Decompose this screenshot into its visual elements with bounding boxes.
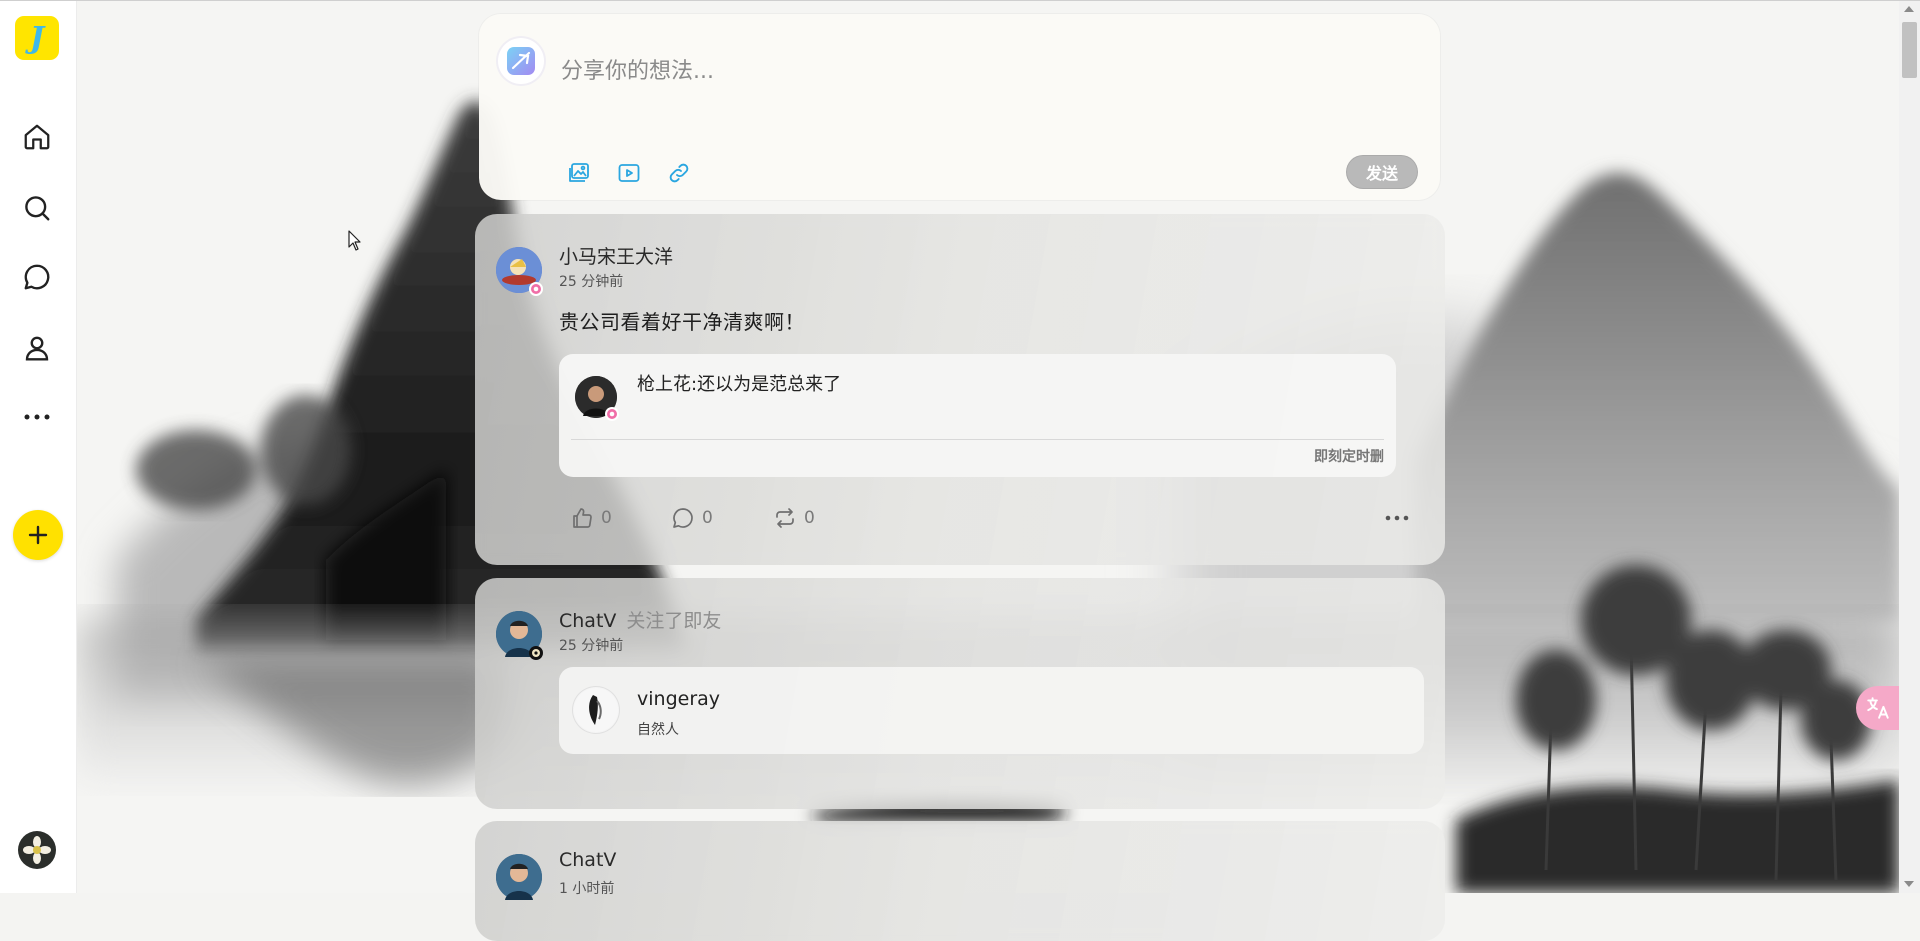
video-icon	[618, 164, 640, 182]
add-image-button[interactable]	[564, 158, 594, 188]
repost-icon	[776, 508, 794, 528]
verified-badge-icon	[529, 646, 543, 660]
comment-count: 0	[702, 508, 713, 528]
followed-user-avatar	[573, 687, 619, 733]
followed-user-card[interactable]: vingeray 自然人	[559, 667, 1424, 754]
quote-divider	[571, 439, 1384, 440]
logo-letter: J	[29, 20, 45, 56]
comment-icon	[673, 508, 693, 528]
ink-portrait-avatar-icon	[574, 688, 618, 732]
post-body-text: 贵公司看着好干净清爽啊！	[559, 310, 805, 334]
feed-post-card: ChatV 1 小时前	[475, 821, 1445, 941]
feed-follow-card: ChatV 关注了即友 25 分钟前 vingeray 自然人	[475, 578, 1445, 809]
verified-badge-icon	[529, 282, 543, 296]
nav-profile[interactable]	[20, 331, 54, 365]
followed-user-name: vingeray	[637, 688, 721, 710]
nav-messages[interactable]	[20, 260, 54, 294]
more-horizontal-icon	[1385, 515, 1409, 521]
portrait-avatar-icon	[496, 854, 542, 900]
mouse-cursor-icon	[348, 230, 362, 256]
thumbs-up-icon	[573, 508, 592, 528]
plane-app-icon	[507, 47, 535, 75]
like-button[interactable]: 0	[570, 506, 612, 530]
nav-more[interactable]	[20, 400, 54, 434]
home-icon	[24, 124, 50, 150]
current-user-avatar[interactable]	[18, 831, 56, 869]
post-timestamp[interactable]: 1 小时前	[559, 878, 614, 898]
search-icon	[25, 196, 50, 221]
add-video-button[interactable]	[614, 158, 644, 188]
scroll-down-arrow-icon[interactable]	[1904, 881, 1914, 887]
post-author-name[interactable]: ChatV	[559, 849, 616, 871]
app-logo[interactable]: J	[15, 16, 59, 60]
window-top-border	[0, 0, 1920, 1]
translate-button[interactable]	[1856, 686, 1900, 730]
create-post-button[interactable]	[13, 510, 63, 560]
post-text-input[interactable]	[559, 58, 1383, 85]
user-icon	[25, 336, 49, 361]
scroll-up-arrow-icon[interactable]	[1904, 6, 1914, 12]
comment-button[interactable]: 0	[671, 506, 713, 530]
verified-badge-icon	[605, 407, 619, 421]
post-author-avatar[interactable]	[496, 854, 542, 900]
follow-action-text: 关注了即友	[626, 610, 722, 632]
left-sidebar: J	[0, 0, 77, 893]
repost-count: 0	[804, 508, 815, 528]
send-button[interactable]: 发送	[1346, 155, 1418, 189]
scrollbar-thumb[interactable]	[1902, 22, 1917, 78]
like-count: 0	[601, 508, 612, 528]
post-author-name[interactable]: ChatV	[559, 610, 616, 632]
post-timestamp[interactable]: 25 分钟前	[559, 635, 623, 655]
nav-home[interactable]	[20, 120, 54, 154]
nav-search[interactable]	[20, 191, 54, 225]
quoted-comment[interactable]: 枪上花:还以为是范总来了 即刻定时删	[559, 354, 1396, 477]
flower-avatar-icon	[23, 836, 51, 864]
post-author-avatar[interactable]	[496, 611, 543, 660]
post-composer: 发送	[479, 14, 1440, 200]
vertical-scrollbar[interactable]	[1899, 0, 1920, 893]
post-author-name[interactable]: 小马宋王大洋	[559, 242, 673, 269]
quote-author-avatar	[575, 376, 619, 421]
chat-bubble-icon	[24, 264, 50, 290]
followed-user-bio: 自然人	[637, 722, 679, 738]
quote-text: 枪上花:还以为是范总来了	[637, 374, 842, 395]
post-author-name-line: ChatV 关注了即友	[559, 606, 721, 633]
more-horizontal-icon	[24, 414, 50, 420]
feed-post-card: 小马宋王大洋 25 分钟前 贵公司看着好干净清爽啊！ 枪上花:还以为是范总来了 …	[475, 214, 1445, 565]
translate-icon	[1867, 697, 1889, 719]
composer-avatar	[498, 38, 544, 84]
post-more-button[interactable]	[1384, 508, 1410, 532]
link-icon	[669, 163, 689, 183]
image-icon	[569, 163, 589, 182]
quote-source-label[interactable]: 即刻定时删	[1314, 446, 1384, 466]
plus-icon	[28, 525, 48, 545]
post-timestamp[interactable]: 25 分钟前	[559, 271, 623, 291]
repost-button[interactable]: 0	[773, 506, 815, 530]
post-author-avatar[interactable]	[496, 247, 543, 296]
add-link-button[interactable]	[664, 158, 694, 188]
